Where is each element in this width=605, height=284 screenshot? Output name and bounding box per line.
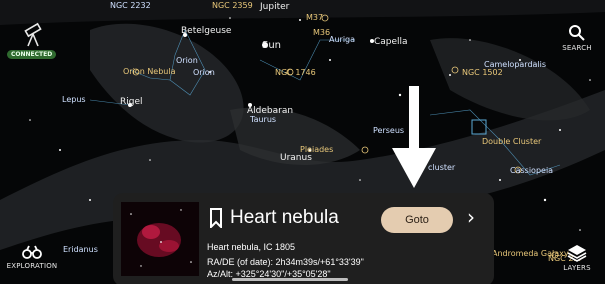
label-m37[interactable]: M37 bbox=[306, 13, 323, 22]
goto-button[interactable]: Goto bbox=[381, 207, 453, 233]
label-m36[interactable]: M36 bbox=[313, 28, 330, 37]
label-betelgeuse[interactable]: Betelgeuse bbox=[181, 26, 231, 36]
label-ngc-1502[interactable]: NGC 1502 bbox=[462, 68, 503, 77]
telescope-icon bbox=[24, 22, 42, 47]
label-ngc-1746[interactable]: NGC 1746 bbox=[275, 68, 316, 77]
binoculars-icon bbox=[22, 245, 42, 259]
search-icon bbox=[569, 25, 585, 41]
label-rigel[interactable]: Rigel bbox=[120, 97, 143, 107]
telescope-button[interactable] bbox=[18, 22, 48, 50]
chevron-right-icon[interactable]: › bbox=[467, 205, 475, 229]
search-button[interactable]: SEARCH bbox=[557, 24, 597, 52]
bookmark-icon[interactable] bbox=[209, 208, 223, 228]
label-orion-2[interactable]: Orion bbox=[193, 68, 215, 77]
label-uranus[interactable]: Uranus bbox=[280, 153, 312, 163]
exploration-label: EXPLORATION bbox=[6, 262, 58, 270]
label-ngc-2232[interactable]: NGC 2232 bbox=[110, 1, 151, 10]
label-orion-nebula[interactable]: Orion Nebula bbox=[123, 67, 176, 76]
layers-label: LAYERS bbox=[563, 264, 591, 272]
label-sun[interactable]: Sun bbox=[262, 40, 281, 51]
label-lepus[interactable]: Lepus bbox=[62, 95, 86, 104]
object-title: Heart nebula bbox=[230, 207, 339, 228]
search-label: SEARCH bbox=[562, 44, 592, 52]
object-info-card[interactable]: Heart nebula Goto › Heart nebula, IC 180… bbox=[113, 193, 494, 284]
layers-button[interactable]: LAYERS bbox=[556, 244, 598, 272]
object-thumbnail bbox=[121, 202, 199, 276]
label-taurus[interactable]: Taurus bbox=[250, 115, 276, 124]
label-ngc-2359[interactable]: NGC 2359 bbox=[212, 1, 253, 10]
label-double-cluster[interactable]: Double Cluster bbox=[482, 137, 541, 146]
label-jupiter[interactable]: Jupiter bbox=[260, 2, 289, 12]
object-subtitle: Heart nebula, IC 1805 bbox=[207, 242, 296, 252]
label-capella[interactable]: Capella bbox=[374, 37, 408, 47]
home-indicator bbox=[232, 278, 348, 281]
connected-badge: CONNECTED bbox=[7, 50, 57, 59]
label-orion[interactable]: Orion bbox=[176, 56, 198, 65]
label-cassiopeia[interactable]: Cassiopeia bbox=[510, 166, 553, 175]
sky-view[interactable]: NGC 2232 NGC 2359 Jupiter M37 M36 Auriga… bbox=[0, 0, 605, 284]
down-arrow-icon bbox=[392, 86, 436, 188]
label-auriga[interactable]: Auriga bbox=[329, 35, 355, 44]
label-eridanus[interactable]: Eridanus bbox=[63, 245, 98, 254]
layers-icon bbox=[567, 245, 587, 262]
exploration-button[interactable]: EXPLORATION bbox=[4, 244, 60, 270]
ra-dec-value: RA/DE (of date): 2h34m39s/+61°33'39" bbox=[207, 257, 364, 267]
